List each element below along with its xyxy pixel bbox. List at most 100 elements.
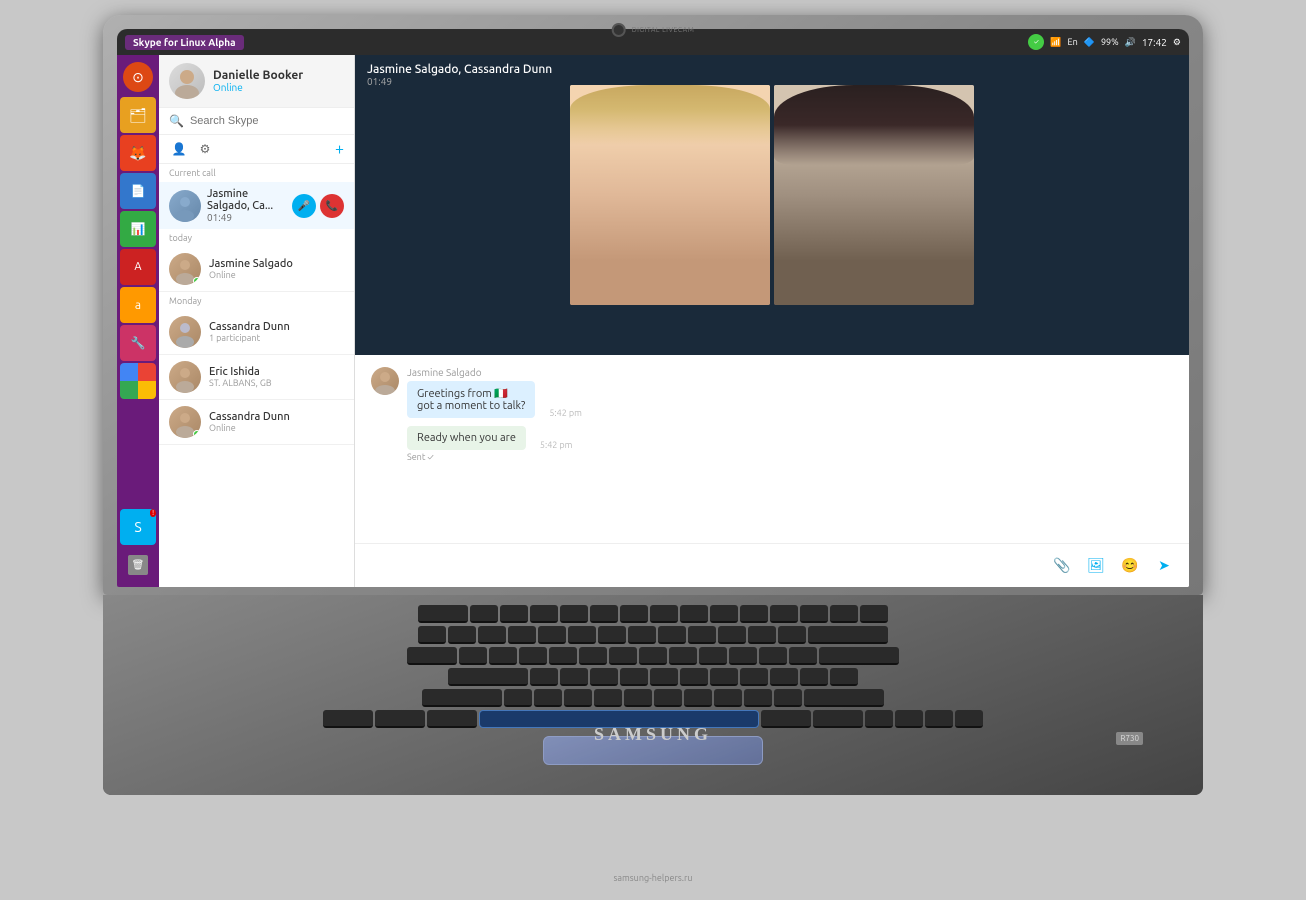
key-f[interactable]	[620, 668, 648, 686]
key-9[interactable]	[688, 626, 716, 644]
mute-button[interactable]: 🎤	[292, 194, 316, 218]
key-slash[interactable]	[774, 689, 802, 707]
sidebar-item-amazon[interactable]: a	[120, 287, 156, 323]
key-x[interactable]	[534, 689, 562, 707]
key-m[interactable]	[684, 689, 712, 707]
key-f6[interactable]	[620, 605, 648, 623]
key-enter[interactable]	[819, 647, 899, 665]
key-f10[interactable]	[740, 605, 768, 623]
list-item[interactable]: Cassandra Dunn 1 participant	[159, 310, 354, 355]
key-5[interactable]	[568, 626, 596, 644]
key-f12[interactable]	[800, 605, 828, 623]
message-input[interactable]	[367, 560, 1041, 572]
key-fn[interactable]	[375, 710, 425, 728]
key-backspace[interactable]	[808, 626, 888, 644]
key-0[interactable]	[718, 626, 746, 644]
key-equal[interactable]	[778, 626, 806, 644]
key-s[interactable]	[560, 668, 588, 686]
key-f5[interactable]	[590, 605, 618, 623]
key-quote[interactable]	[830, 668, 858, 686]
key-n[interactable]	[654, 689, 682, 707]
key-3[interactable]	[508, 626, 536, 644]
key-ins[interactable]	[860, 605, 888, 623]
sidebar-item-pdf[interactable]: A	[120, 249, 156, 285]
sidebar-item-doc[interactable]: 📄	[120, 173, 156, 209]
send-icon[interactable]: ➤	[1151, 553, 1177, 579]
search-bar[interactable]: 🔍	[159, 108, 354, 135]
key-j[interactable]	[710, 668, 738, 686]
key-alt-l[interactable]	[427, 710, 477, 728]
key-arrow-r[interactable]	[955, 710, 983, 728]
sidebar-item-files[interactable]: 🗂	[120, 97, 156, 133]
key-7[interactable]	[628, 626, 656, 644]
key-shift-l[interactable]	[422, 689, 502, 707]
key-b[interactable]	[624, 689, 652, 707]
emoji-icon[interactable]: 😊	[1117, 553, 1143, 579]
key-bracketr[interactable]	[789, 647, 817, 665]
key-f2[interactable]	[500, 605, 528, 623]
key-shift-r[interactable]	[804, 689, 884, 707]
key-f1[interactable]	[470, 605, 498, 623]
key-a[interactable]	[530, 668, 558, 686]
image-icon[interactable]: 🖼	[1083, 553, 1109, 579]
settings-gear-icon[interactable]: ⚙	[195, 139, 215, 159]
search-input[interactable]	[190, 115, 344, 127]
key-comma[interactable]	[714, 689, 742, 707]
key-r[interactable]	[549, 647, 577, 665]
sidebar-item-trash[interactable]: 🗑	[120, 547, 156, 583]
add-contact-button[interactable]: +	[335, 140, 344, 158]
key-d[interactable]	[590, 668, 618, 686]
key-c[interactable]	[564, 689, 592, 707]
key-arrow-u[interactable]	[925, 710, 953, 728]
key-del[interactable]	[830, 605, 858, 623]
key-o[interactable]	[699, 647, 727, 665]
key-f7[interactable]	[650, 605, 678, 623]
key-p[interactable]	[729, 647, 757, 665]
key-1[interactable]	[448, 626, 476, 644]
key-esc[interactable]	[418, 605, 468, 623]
key-f4[interactable]	[560, 605, 588, 623]
sidebar-item-ubuntu[interactable]: ⊙	[120, 59, 156, 95]
end-call-button[interactable]: 📞	[320, 194, 344, 218]
key-arrow-d[interactable]	[895, 710, 923, 728]
key-f3[interactable]	[530, 605, 558, 623]
key-l[interactable]	[770, 668, 798, 686]
key-g[interactable]	[650, 668, 678, 686]
key-backtick[interactable]	[418, 626, 446, 644]
key-arrow-l[interactable]	[865, 710, 893, 728]
key-y[interactable]	[609, 647, 637, 665]
key-caps[interactable]	[448, 668, 528, 686]
key-bracketl[interactable]	[759, 647, 787, 665]
key-8[interactable]	[658, 626, 686, 644]
key-6[interactable]	[598, 626, 626, 644]
key-f8[interactable]	[680, 605, 708, 623]
key-semi[interactable]	[800, 668, 828, 686]
key-period[interactable]	[744, 689, 772, 707]
list-item[interactable]: Eric Ishida ST. ALBANS, GB	[159, 355, 354, 400]
key-f9[interactable]	[710, 605, 738, 623]
key-q[interactable]	[459, 647, 487, 665]
key-2[interactable]	[478, 626, 506, 644]
list-item[interactable]: Jasmine Salgado Online	[159, 247, 354, 292]
sidebar-item-chrome[interactable]	[120, 363, 156, 399]
key-ctrl-r[interactable]	[813, 710, 863, 728]
key-v[interactable]	[594, 689, 622, 707]
sidebar-item-skype[interactable]: S !	[120, 509, 156, 545]
current-call-item[interactable]: Jasmine Salgado, Ca... 01:49 🎤 📞	[159, 182, 354, 229]
key-e[interactable]	[519, 647, 547, 665]
sidebar-item-tools[interactable]: 🔧	[120, 325, 156, 361]
sidebar-item-firefox[interactable]: 🦊	[120, 135, 156, 171]
contacts-icon[interactable]: 👤	[169, 139, 189, 159]
key-ctrl-l[interactable]	[323, 710, 373, 728]
key-minus[interactable]	[748, 626, 776, 644]
key-alt-r[interactable]	[761, 710, 811, 728]
list-item[interactable]: Cassandra Dunn Online	[159, 400, 354, 445]
add-file-icon[interactable]: 📎	[1049, 553, 1075, 579]
key-w[interactable]	[489, 647, 517, 665]
key-k[interactable]	[740, 668, 768, 686]
sidebar-item-sheet[interactable]: 📊	[120, 211, 156, 247]
key-z[interactable]	[504, 689, 532, 707]
key-t[interactable]	[579, 647, 607, 665]
key-i[interactable]	[669, 647, 697, 665]
key-u[interactable]	[639, 647, 667, 665]
